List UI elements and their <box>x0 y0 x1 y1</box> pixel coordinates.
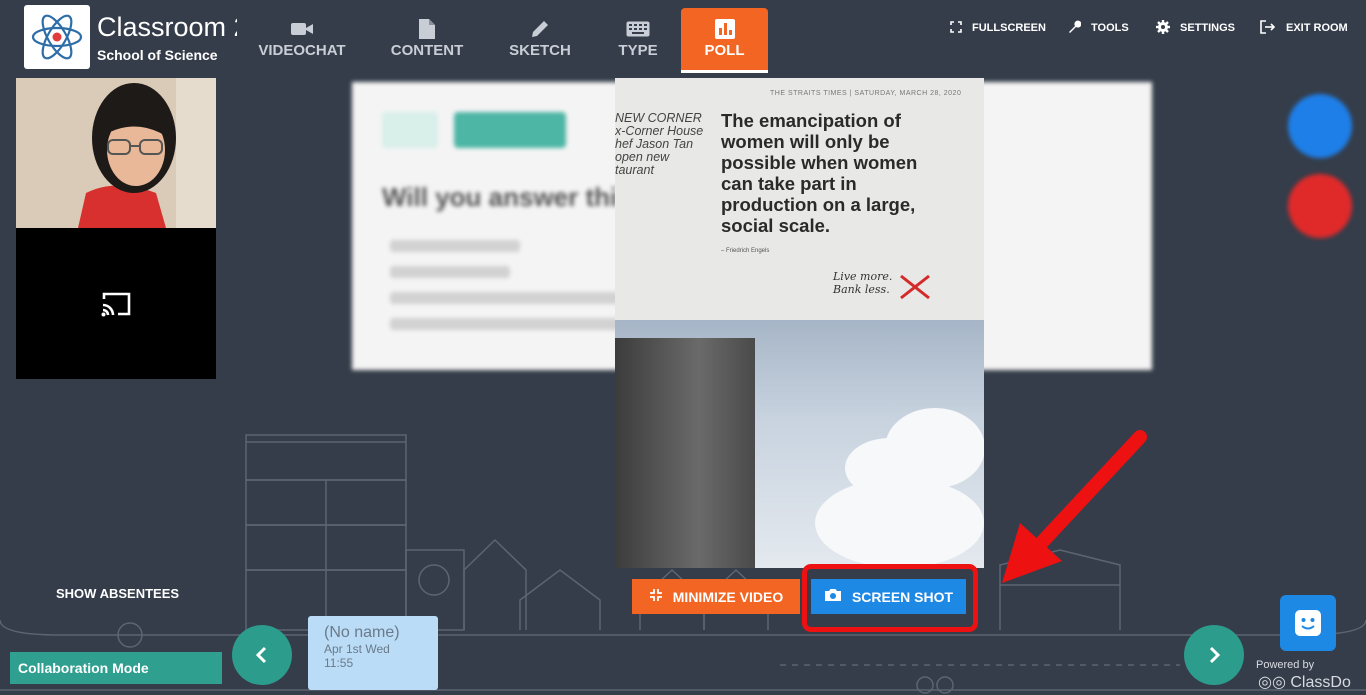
tab-content[interactable]: CONTENT <box>384 8 470 71</box>
annotation-arrow-icon <box>1002 430 1147 583</box>
note-date: Apr 1st Wed <box>324 642 390 656</box>
atom-logo-icon <box>31 14 83 60</box>
quote-author: – Friedrich Engels <box>721 248 770 254</box>
slide-heading: Will you answer this <box>382 182 632 212</box>
previous-button[interactable] <box>232 625 292 685</box>
tab-label: CONTENT <box>390 42 464 59</box>
tab-label: POLL <box>704 42 745 59</box>
settings-label: SETTINGS <box>1180 22 1236 34</box>
ad-tagline: Live more. Bank less. <box>833 270 893 296</box>
brand-name: ClassDo <box>1290 674 1351 691</box>
chat-support-button[interactable] <box>1280 595 1336 651</box>
slide-option <box>390 240 520 252</box>
show-absentees-link[interactable]: SHOW ABSENTEES <box>56 586 179 601</box>
tab-videochat[interactable]: VIDEOCHAT <box>254 8 350 71</box>
smiley-chat-icon <box>1295 610 1321 636</box>
newspaper-quote: The emancipation of women will only be p… <box>721 110 918 236</box>
school-logo <box>24 5 90 69</box>
tools-label: TOOLS <box>1091 22 1129 34</box>
pencil-icon <box>529 16 551 42</box>
top-bar: Classroom 2 School of Science VIDEOCHAT … <box>0 0 1366 78</box>
slide-button-placeholder <box>382 112 438 148</box>
fullscreen-button[interactable]: FULLSCREEN <box>950 20 1046 36</box>
blue-indicator <box>1288 94 1352 158</box>
tab-poll[interactable]: POLL <box>681 8 768 73</box>
minimize-video-button[interactable]: MINIMIZE VIDEO <box>632 579 800 614</box>
tab-label: TYPE <box>618 42 658 59</box>
collaboration-mode-badge[interactable]: Collaboration Mode <box>10 652 222 684</box>
slide-button-placeholder <box>454 112 566 148</box>
annotation-highlight-box <box>802 564 978 632</box>
fullscreen-label: FULLSCREEN <box>972 22 1046 34</box>
slide-option <box>390 318 630 330</box>
tools-button[interactable]: TOOLS <box>1067 20 1129 36</box>
slide-option <box>390 292 620 304</box>
exit-room-button[interactable]: EXIT ROOM <box>1260 19 1348 37</box>
document-icon <box>418 16 436 42</box>
exit-room-label: EXIT ROOM <box>1286 22 1348 34</box>
exit-icon <box>1260 19 1276 37</box>
sticky-note[interactable]: (No name) Apr 1st Wed 11:55 <box>308 616 438 690</box>
main-video-feed: THE STRAITS TIMES | SATURDAY, MARCH 28, … <box>615 78 984 568</box>
tab-sketch[interactable]: SKETCH <box>505 8 575 71</box>
room-title: Classroom 2 <box>97 12 237 42</box>
slide-option <box>390 266 510 278</box>
next-button[interactable] <box>1184 625 1244 685</box>
note-time: 11:55 <box>324 656 354 670</box>
settings-button[interactable]: SETTINGS <box>1156 19 1236 37</box>
tab-type[interactable]: TYPE <box>608 8 668 71</box>
gear-icon <box>1156 19 1170 37</box>
poll-chart-icon <box>714 16 736 42</box>
participant-video[interactable] <box>16 78 216 228</box>
powered-by-label: Powered by <box>1256 659 1315 671</box>
chevron-right-icon <box>1209 646 1221 664</box>
tab-label: VIDEOCHAT <box>258 42 346 59</box>
cast-icon <box>101 292 131 316</box>
screen-cast-panel[interactable] <box>16 228 216 379</box>
video-camera-icon <box>290 16 314 42</box>
bank-logo-icon <box>900 274 930 300</box>
minimize-icon <box>649 588 663 605</box>
room-subtitle: School of Science <box>97 47 218 63</box>
cloud-shape <box>815 478 984 568</box>
newspaper-side-text: NEW CORNER x-Corner House hef Jason Tan … <box>615 111 704 177</box>
newspaper-masthead: THE STRAITS TIMES | SATURDAY, MARCH 28, … <box>770 90 962 97</box>
tab-label: SKETCH <box>509 42 571 59</box>
keyboard-icon <box>626 16 650 42</box>
brand-logo: ◎◎ ClassDo <box>1258 672 1351 692</box>
red-indicator <box>1288 174 1352 238</box>
note-author: (No name) <box>324 624 400 641</box>
brand-icon: ◎◎ <box>1258 674 1291 691</box>
cloud-shape <box>885 408 984 488</box>
chevron-left-icon <box>255 646 267 664</box>
building-silhouette <box>615 338 755 568</box>
minimize-video-label: MINIMIZE VIDEO <box>672 588 784 605</box>
fullscreen-icon <box>950 20 962 36</box>
wrench-icon <box>1067 20 1082 37</box>
participant-avatar <box>16 78 216 228</box>
